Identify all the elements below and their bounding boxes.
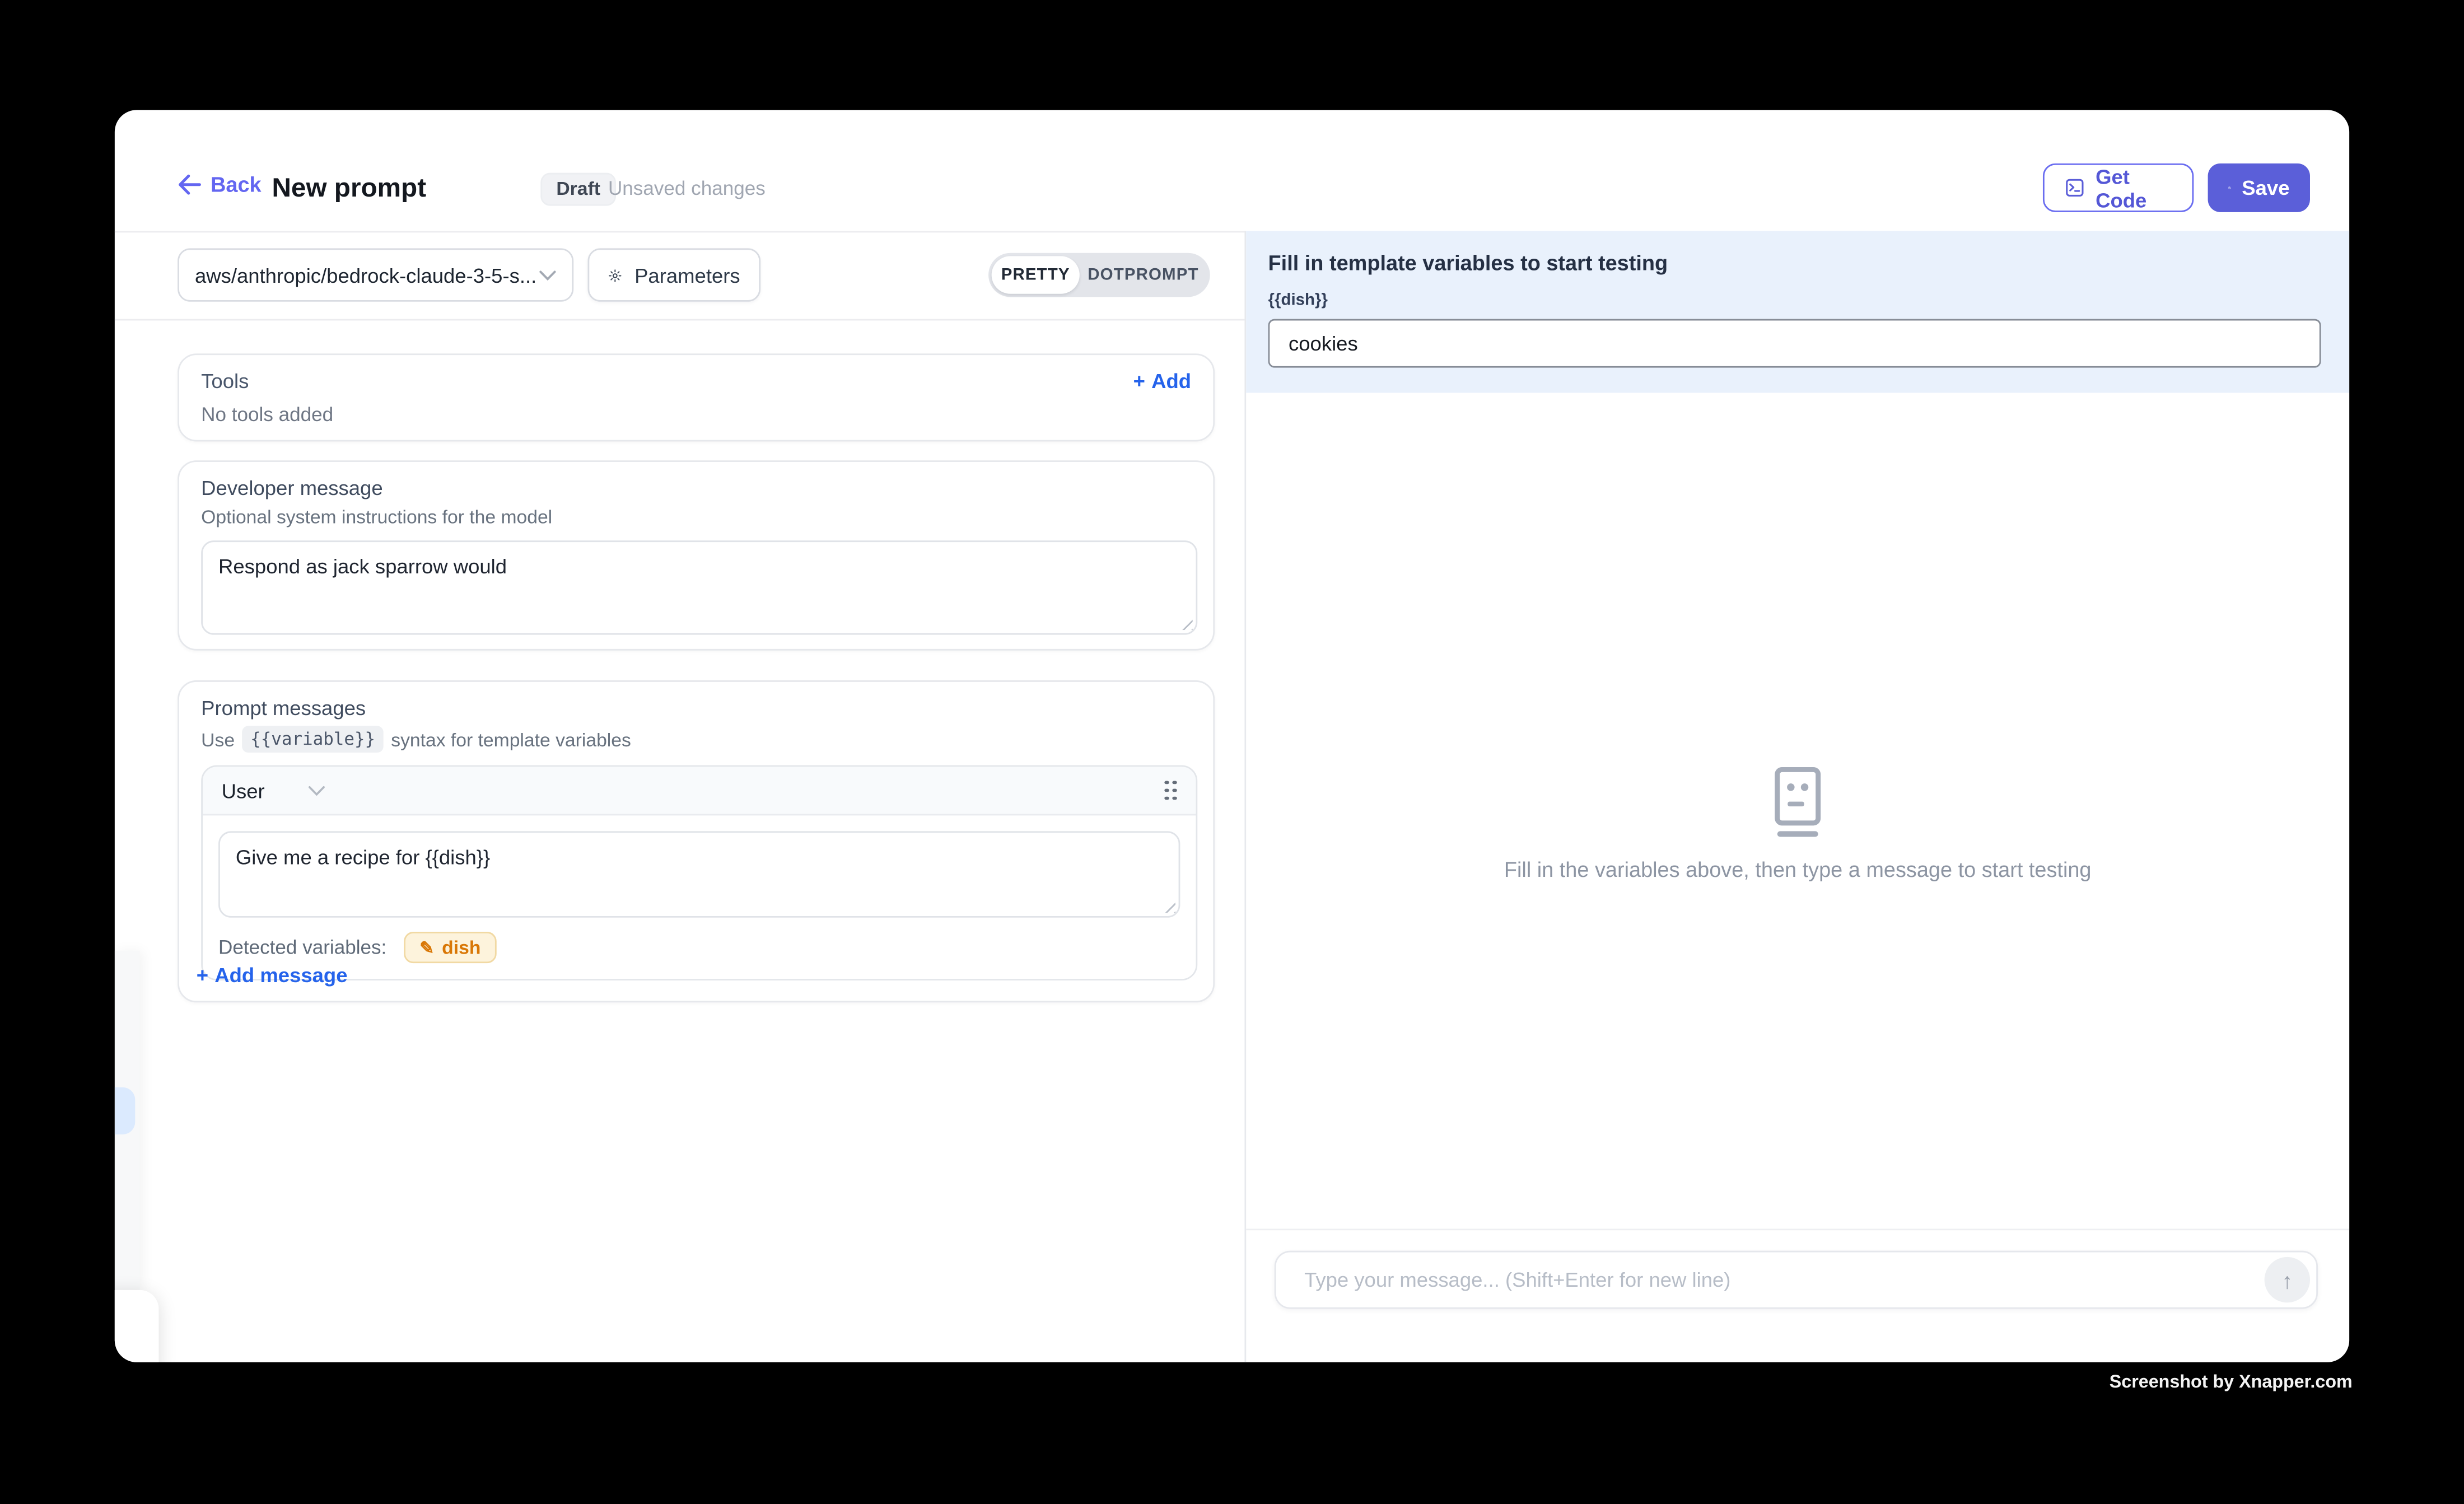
chat-empty-state: Fill in the variables above, then type a…: [1246, 393, 2349, 882]
empty-state-text: Fill in the variables above, then type a…: [1246, 858, 2349, 881]
variable-key-label: {{dish}}: [1268, 291, 2321, 310]
role-value: User: [222, 778, 265, 802]
plus-icon: +: [197, 963, 208, 987]
chat-input-divider: [1246, 1229, 2349, 1230]
role-selector[interactable]: User: [222, 778, 326, 802]
header-divider: [115, 231, 1245, 232]
save-icon: [2228, 176, 2231, 199]
terminal-icon: [2065, 176, 2084, 199]
add-tool-label: Add: [1151, 369, 1191, 393]
add-message-button[interactable]: + Add message: [197, 963, 348, 987]
variable-chip-label: dish: [442, 936, 480, 958]
watermark-text: Screenshot by Xnapper.com: [0, 1374, 2353, 1393]
chat-input-bar: ↑: [1275, 1251, 2318, 1309]
model-selector-value: aws/anthropic/bedrock-claude-3-5-s...: [195, 263, 536, 287]
template-hint: Use {{variable}} syntax for template var…: [201, 726, 1197, 753]
robot-face-icon: [1771, 767, 1824, 839]
tools-title: Tools: [201, 369, 249, 393]
send-button[interactable]: ↑: [2265, 1257, 2310, 1302]
chat-message-input[interactable]: [1301, 1267, 2264, 1293]
plus-icon: +: [1133, 369, 1145, 393]
template-variables-panel: Fill in template variables to start test…: [1246, 231, 2349, 393]
message-block: User Give me a recipe for {{dish}}: [201, 765, 1197, 980]
parameters-button[interactable]: Parameters: [587, 248, 760, 301]
developer-message-textarea[interactable]: Respond as jack sparrow would: [201, 540, 1197, 634]
toolbar-divider: [115, 319, 1245, 321]
detected-variables-row: Detected variables: ✎ dish: [203, 918, 1196, 979]
variable-value-input[interactable]: [1268, 319, 2321, 368]
tools-card: Tools + Add No tools added: [178, 353, 1215, 441]
developer-message-card: Developer message Optional system instru…: [178, 460, 1215, 651]
get-code-button[interactable]: Get Code: [2043, 164, 2194, 212]
clipped-popover-selected-item: [115, 1087, 135, 1134]
back-arrow-icon: [178, 174, 201, 194]
prompt-messages-title: Prompt messages: [201, 696, 1197, 720]
developer-message-title: Developer message: [201, 476, 1197, 499]
message-body: Give me a recipe for {{dish}}: [203, 815, 1196, 917]
toggle-option-pretty[interactable]: PRETTY: [992, 256, 1080, 293]
detected-variables-label: Detected variables:: [218, 936, 386, 958]
hint-prefix: Use: [201, 728, 235, 750]
pencil-icon: ✎: [419, 937, 434, 957]
gear-icon: [608, 263, 622, 287]
toggle-option-dotprompt[interactable]: DOTPROMPT: [1080, 256, 1207, 293]
get-code-label: Get Code: [2096, 164, 2172, 211]
hint-suffix: syntax for template variables: [391, 728, 631, 750]
save-button[interactable]: Save: [2208, 164, 2310, 212]
page-title: New prompt: [272, 173, 426, 204]
message-role-header: User: [203, 767, 1196, 815]
model-selector[interactable]: aws/anthropic/bedrock-claude-3-5-s...: [178, 248, 573, 301]
chevron-down-icon: [309, 785, 326, 796]
view-mode-toggle: PRETTY DOTPROMPT: [988, 253, 1210, 297]
send-arrow-icon: ↑: [2281, 1267, 2293, 1292]
clipped-popover-card: [115, 1290, 159, 1362]
screenshot-stage: Back New prompt Draft Unsaved changes Ge…: [0, 0, 2464, 1503]
add-message-label: Add message: [214, 963, 347, 987]
header: Back New prompt Draft Unsaved changes Ge…: [115, 110, 2349, 231]
developer-message-subtitle: Optional system instructions for the mod…: [201, 506, 1197, 528]
message-textarea[interactable]: Give me a recipe for {{dish}}: [218, 831, 1180, 917]
variable-syntax-chip: {{variable}}: [242, 726, 383, 753]
chevron-down-icon: [539, 269, 556, 281]
drag-handle-icon[interactable]: [1164, 780, 1177, 800]
back-button[interactable]: Back: [178, 173, 262, 197]
parameters-label: Parameters: [634, 263, 740, 287]
prompt-messages-card: Prompt messages Use {{variable}} syntax …: [178, 680, 1215, 1002]
tools-empty-text: No tools added: [201, 404, 1191, 426]
unsaved-changes-text: Unsaved changes: [608, 178, 766, 199]
add-tool-button[interactable]: + Add: [1133, 369, 1191, 393]
variable-chip-dish[interactable]: ✎ dish: [404, 932, 496, 963]
draft-badge: Draft: [540, 173, 616, 206]
back-label: Back: [211, 173, 262, 197]
tester-title: Fill in template variables to start test…: [1268, 251, 2321, 275]
app-window: Back New prompt Draft Unsaved changes Ge…: [115, 110, 2349, 1362]
save-label: Save: [2242, 176, 2289, 199]
developer-message-textarea-wrap: Respond as jack sparrow would: [201, 540, 1197, 634]
